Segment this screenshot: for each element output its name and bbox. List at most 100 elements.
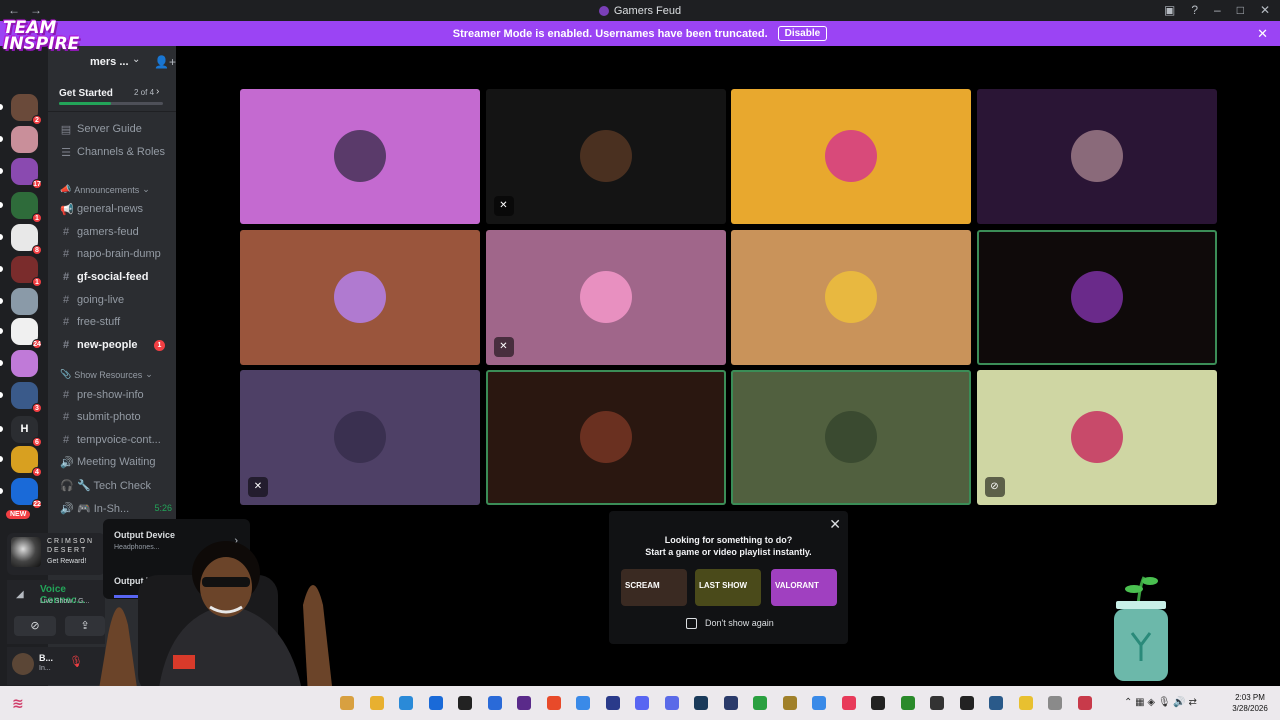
taskbar-app-icon[interactable] [458,696,472,710]
promo-card[interactable]: CRIMSON DESERT Get Reward! [7,533,105,575]
avatar[interactable] [12,653,34,675]
voice-channel-detail[interactable]: Live Show / G... [40,598,89,605]
channel-item[interactable]: # going-live [60,291,172,309]
channel-item[interactable]: # napo-brain-dump [60,245,172,263]
channel-category[interactable]: 📣 Announcements ⌄ [60,184,150,195]
channel-item[interactable]: 🔊 🎮 In-Sh... 5:26 [60,499,172,517]
taskbar-app-icon[interactable] [959,696,974,710]
server-icon[interactable]: 1 [11,192,42,223]
server-icon[interactable]: 2 [11,94,42,125]
taskbar-app-icon[interactable] [694,696,708,710]
server-icon[interactable]: 17 [11,158,42,189]
get-started-progress-bar [59,102,163,105]
server-icon[interactable] [11,288,38,315]
back-icon[interactable]: ← [8,3,20,17]
taskbar-app-icon[interactable] [487,696,502,710]
channel-item[interactable]: ▤ Server Guide [60,120,172,138]
participant-tile[interactable]: ✕ [240,370,480,505]
taskbar-app-icon[interactable] [989,696,1003,710]
mic-muted-icon[interactable]: 🎙 [69,655,83,668]
taskbar-app-icon[interactable] [517,696,531,710]
participant-tile[interactable] [485,370,726,505]
activity-card-scream[interactable]: SCREAM [621,569,687,606]
server-icon[interactable] [11,350,38,377]
server-name[interactable]: mers ... [90,56,129,68]
chevron-down-icon[interactable]: ⌄ [132,54,140,65]
taskbar-app-icon[interactable] [664,696,679,710]
taskbar-app-icon[interactable] [340,696,354,710]
channel-item[interactable]: 🎧 🔧 Tech Check [60,476,172,494]
server-icon[interactable] [11,126,38,153]
close-icon[interactable]: ✕ [829,516,841,533]
signal-icon[interactable]: ◢ [16,589,24,600]
taskbar-app-icon[interactable] [546,696,561,710]
participant-tile[interactable] [731,89,971,224]
taskbar-app-icon[interactable] [723,696,738,710]
channel-item[interactable]: # pre-show-info [60,386,172,404]
taskbar-app-icon[interactable] [930,696,944,710]
dont-show-label[interactable]: Don't show again [705,618,774,628]
taskbar-app-icon[interactable] [1018,696,1033,710]
promo-cta[interactable]: Get Reward! [47,558,86,565]
participant-tile[interactable]: ⊘ [976,370,1217,505]
channel-item[interactable]: # gf-social-feed [60,268,172,286]
server-icon[interactable]: 1 [11,256,42,287]
forward-icon[interactable]: → [30,3,42,17]
taskbar-app-icon[interactable] [605,696,620,710]
taskbar-app-icon[interactable] [1077,696,1092,710]
maximize-icon[interactable]: □ [1237,3,1244,17]
activity-card-valorant[interactable]: VALORANT [771,569,837,606]
participant-tile[interactable] [731,229,971,365]
participant-tile[interactable]: ✕ [485,229,726,365]
taskbar-app-icon[interactable] [900,696,915,710]
get-started-panel[interactable]: Get Started 2 of 4 › [48,80,176,112]
taskbar-app-icon[interactable] [812,696,826,710]
participant-tile[interactable] [731,370,971,505]
minimize-icon[interactable]: – [1214,3,1221,17]
taskbar-app-icon[interactable] [635,696,649,710]
channel-item[interactable]: # gamers-feud [60,223,172,241]
channel-item[interactable]: 📢 general-news [60,200,172,218]
server-icon[interactable]: 3 [11,382,42,413]
close-icon[interactable]: ✕ [1260,3,1270,17]
taskbar-app-icon[interactable] [841,696,856,710]
channel-item[interactable]: # tempvoice-cont... [60,431,172,449]
help-icon[interactable]: ? [1191,3,1198,17]
invite-people-icon[interactable]: 👤+ [154,55,176,69]
taskbar-app-icon[interactable] [871,696,885,710]
server-icon[interactable]: 22 [11,478,42,509]
hashtag-icon: # [62,248,70,260]
channel-item[interactable]: 🔊 Meeting Waiting [60,453,172,471]
participant-tile[interactable] [240,229,480,365]
activity-card-last-show[interactable]: LAST SHOW [695,569,761,606]
channel-label: 🔧 Tech Check [77,479,152,492]
channel-item[interactable]: ☰ Channels & Roles [60,143,172,161]
taskbar-app-icon[interactable] [369,696,384,710]
dont-show-checkbox[interactable] [686,618,697,629]
participant-tile[interactable] [976,229,1217,365]
channel-item[interactable]: # submit-photo [60,408,172,426]
server-icon[interactable]: H6 [11,416,42,447]
server-icon[interactable]: 8 [11,224,42,255]
start-icon[interactable]: ≋ [12,695,24,712]
system-tray[interactable]: ⌃ ▦ ◈ 🎙 🔊 ⇄ [1124,697,1197,708]
taskbar-app-icon[interactable] [753,696,767,710]
taskbar-app-icon[interactable] [782,696,797,710]
taskbar-app-icon[interactable] [399,696,413,710]
hashtag-icon: # [62,271,70,283]
disable-button[interactable]: Disable [777,26,828,41]
participant-tile[interactable] [976,89,1217,224]
channel-category[interactable]: 📎 Show Resources ⌄ [60,369,153,380]
inbox-icon[interactable]: ▣ [1164,3,1175,17]
taskbar-app-icon[interactable] [1048,696,1062,710]
server-icon[interactable]: 4 [11,446,42,477]
taskbar-app-icon[interactable] [576,696,590,710]
server-icon[interactable]: 24 [11,318,42,349]
clock[interactable]: 2:03 PM 3/28/2026 [1228,692,1272,714]
taskbar-app-icon[interactable] [428,696,443,710]
channel-item[interactable]: # free-stuff [60,313,172,331]
participant-tile[interactable] [240,89,480,224]
camera-off-button[interactable]: ⊘ [14,616,56,636]
banner-close-icon[interactable]: ✕ [1257,26,1268,42]
participant-tile[interactable]: ✕ [485,89,726,224]
